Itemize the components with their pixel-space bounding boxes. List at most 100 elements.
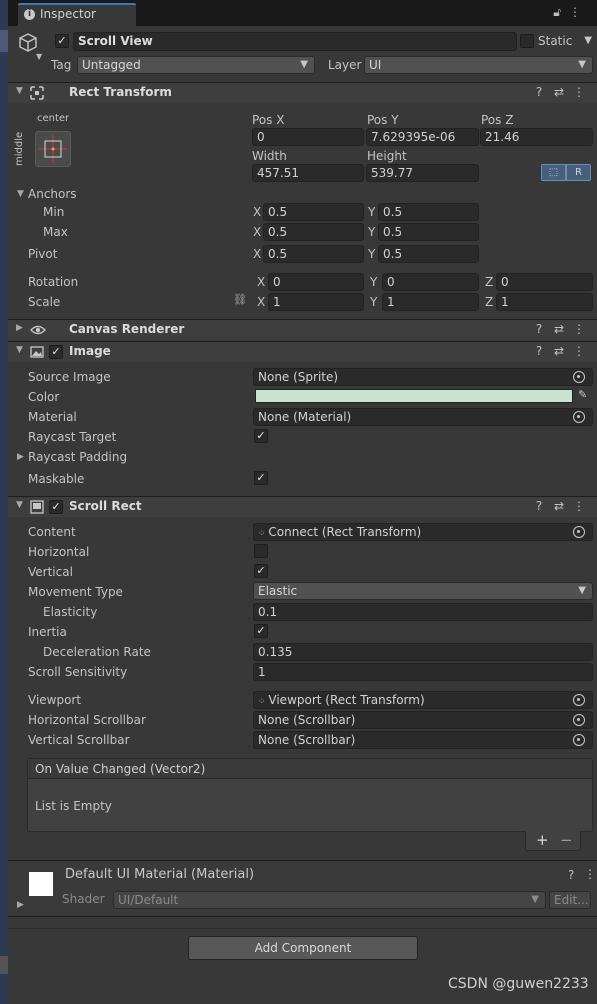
rotation-z-field[interactable]: 0 bbox=[496, 273, 593, 291]
layer-dropdown[interactable]: UI ▼ bbox=[364, 56, 593, 74]
rotation-y-field[interactable]: 0 bbox=[382, 273, 479, 291]
raw-edit-button[interactable]: R bbox=[566, 164, 591, 181]
vertical-scrollbar-field[interactable]: None (Scrollbar) bbox=[253, 731, 593, 749]
raycast-target-checkbox[interactable]: ✓ bbox=[254, 429, 268, 443]
object-picker-icon[interactable] bbox=[573, 411, 585, 423]
foldout-open-icon[interactable]: ▼ bbox=[16, 86, 23, 96]
anchor-presets-button[interactable] bbox=[35, 131, 71, 167]
tab-inspector[interactable]: i Inspector bbox=[18, 3, 136, 26]
edit-shader-button[interactable]: Edit... bbox=[549, 891, 591, 909]
more-icon[interactable]: ⋮ bbox=[569, 85, 589, 99]
movement-type-dropdown[interactable]: Elastic ▼ bbox=[253, 582, 593, 600]
object-picker-icon[interactable] bbox=[573, 371, 585, 383]
image-header[interactable]: ▼ ✓ Image ? ⇄ ⋮ bbox=[8, 341, 597, 362]
material-field[interactable]: None (Material) bbox=[253, 408, 593, 426]
help-icon[interactable]: ? bbox=[529, 322, 549, 336]
constrain-proportions-icon[interactable]: ⛓ bbox=[233, 293, 247, 306]
foldout-closed-icon[interactable]: ▶ bbox=[17, 900, 24, 910]
more-icon[interactable]: ⋮ bbox=[569, 344, 589, 358]
horizontal-scrollbar-field[interactable]: None (Scrollbar) bbox=[253, 711, 593, 729]
tag-dropdown[interactable]: Untagged ▼ bbox=[77, 56, 315, 74]
eyedropper-icon[interactable]: ✎ bbox=[578, 388, 587, 401]
preset-icon[interactable]: ⇄ bbox=[549, 85, 569, 99]
object-picker-icon[interactable] bbox=[573, 714, 585, 726]
rotation-x-field[interactable]: 0 bbox=[268, 273, 364, 291]
color-swatch[interactable] bbox=[255, 389, 573, 403]
help-icon[interactable]: ? bbox=[529, 499, 549, 513]
help-icon[interactable]: ? bbox=[529, 85, 549, 99]
foldout-closed-icon[interactable]: ▶ bbox=[17, 452, 24, 462]
pivot-x-field[interactable]: 0.5 bbox=[263, 245, 364, 263]
pos-y-field[interactable]: 7.629395e-06 bbox=[366, 128, 479, 146]
axis-y-label: Y bbox=[370, 295, 378, 309]
axis-x-label: X bbox=[253, 205, 262, 219]
pos-z-field[interactable]: 21.46 bbox=[480, 128, 593, 146]
preset-icon[interactable]: ⇄ bbox=[549, 344, 569, 358]
anchor-min-x-field[interactable]: 0.5 bbox=[263, 203, 364, 221]
viewport-field[interactable]: ⁘ Viewport (Rect Transform) bbox=[253, 691, 593, 709]
more-icon[interactable]: ⋮ bbox=[569, 499, 589, 513]
info-icon: i bbox=[24, 9, 35, 20]
scroll-sensitivity-field[interactable]: 1 bbox=[253, 663, 593, 681]
maskable-checkbox[interactable]: ✓ bbox=[254, 471, 268, 485]
more-icon[interactable]: ⋮ bbox=[569, 322, 589, 336]
gameobject-cube-icon[interactable] bbox=[17, 32, 39, 54]
object-picker-icon[interactable] bbox=[573, 694, 585, 706]
material-title: Default UI Material (Material) bbox=[65, 867, 255, 882]
source-image-field[interactable]: None (Sprite) bbox=[253, 368, 593, 386]
cube-dropdown-icon[interactable]: ▼ bbox=[36, 52, 42, 61]
vertical-checkbox[interactable]: ✓ bbox=[254, 564, 268, 578]
height-field[interactable]: 539.77 bbox=[366, 164, 479, 182]
help-icon[interactable]: ? bbox=[568, 868, 574, 882]
static-dropdown[interactable]: ▼ bbox=[578, 32, 594, 51]
anchor-preset-icon bbox=[39, 135, 67, 163]
deceleration-rate-field[interactable]: 0.135 bbox=[253, 643, 593, 661]
lock-icon[interactable]: 🔓︎ bbox=[553, 5, 569, 19]
pos-x-label: Pos X bbox=[252, 113, 285, 127]
scale-x-field[interactable]: 1 bbox=[268, 293, 364, 311]
inertia-checkbox[interactable]: ✓ bbox=[254, 624, 268, 638]
scale-z-field[interactable]: 1 bbox=[496, 293, 593, 311]
width-field[interactable]: 457.51 bbox=[252, 164, 364, 182]
object-picker-icon[interactable] bbox=[573, 526, 585, 538]
anchor-min-y-field[interactable]: 0.5 bbox=[378, 203, 479, 221]
anchors-foldout-icon[interactable]: ▼ bbox=[17, 189, 24, 199]
active-checkbox[interactable]: ✓ bbox=[55, 34, 69, 48]
preset-icon[interactable]: ⇄ bbox=[549, 322, 569, 336]
foldout-open-icon[interactable]: ▼ bbox=[16, 500, 23, 510]
scale-y-field[interactable]: 1 bbox=[382, 293, 479, 311]
shader-dropdown[interactable]: UI/Default ▼ bbox=[113, 891, 546, 909]
preset-icon[interactable]: ⇄ bbox=[549, 499, 569, 513]
object-picker-icon[interactable] bbox=[573, 734, 585, 746]
help-icon[interactable]: ? bbox=[529, 344, 549, 358]
chevron-down-icon: ▼ bbox=[300, 59, 308, 70]
blueprint-mode-button[interactable]: ⬚ bbox=[541, 164, 566, 181]
anchor-max-x-field[interactable]: 0.5 bbox=[263, 223, 364, 241]
inertia-label: Inertia bbox=[28, 625, 67, 639]
add-component-button[interactable]: Add Component bbox=[188, 936, 418, 960]
horizontal-checkbox[interactable] bbox=[254, 544, 268, 558]
foldout-closed-icon[interactable]: ▶ bbox=[16, 323, 23, 333]
more-icon[interactable]: ⋮ bbox=[569, 5, 589, 19]
static-checkbox[interactable] bbox=[520, 34, 534, 48]
anchor-max-y-field[interactable]: 0.5 bbox=[378, 223, 479, 241]
width-label: Width bbox=[252, 149, 287, 163]
rect-transform-header[interactable]: ▼ Rect Transform ? ⇄ ⋮ bbox=[8, 82, 597, 103]
more-icon[interactable]: ⋮ bbox=[584, 867, 596, 881]
pos-x-field[interactable]: 0 bbox=[252, 128, 364, 146]
image-enabled-checkbox[interactable]: ✓ bbox=[49, 345, 63, 359]
remove-event-button[interactable]: − bbox=[560, 831, 573, 849]
object-name-input[interactable]: Scroll View bbox=[73, 32, 517, 51]
scroll-rect-header[interactable]: ▼ ✓ Scroll Rect ? ⇄ ⋮ bbox=[8, 496, 597, 517]
foldout-open-icon[interactable]: ▼ bbox=[16, 345, 23, 355]
content-field[interactable]: ⁘ Connect (Rect Transform) bbox=[253, 523, 593, 541]
add-event-button[interactable]: + bbox=[536, 831, 549, 849]
elasticity-field[interactable]: 0.1 bbox=[253, 603, 593, 621]
vertical-scrollbar-value: None (Scrollbar) bbox=[258, 733, 356, 747]
pivot-y-field[interactable]: 0.5 bbox=[378, 245, 479, 263]
scroll-rect-enabled-checkbox[interactable]: ✓ bbox=[49, 500, 63, 514]
raycast-padding-label[interactable]: Raycast Padding bbox=[28, 450, 127, 464]
source-image-value: None (Sprite) bbox=[258, 370, 339, 384]
canvas-renderer-header[interactable]: ▶ Canvas Renderer ? ⇄ ⋮ bbox=[8, 319, 597, 340]
maskable-label: Maskable bbox=[28, 472, 85, 486]
